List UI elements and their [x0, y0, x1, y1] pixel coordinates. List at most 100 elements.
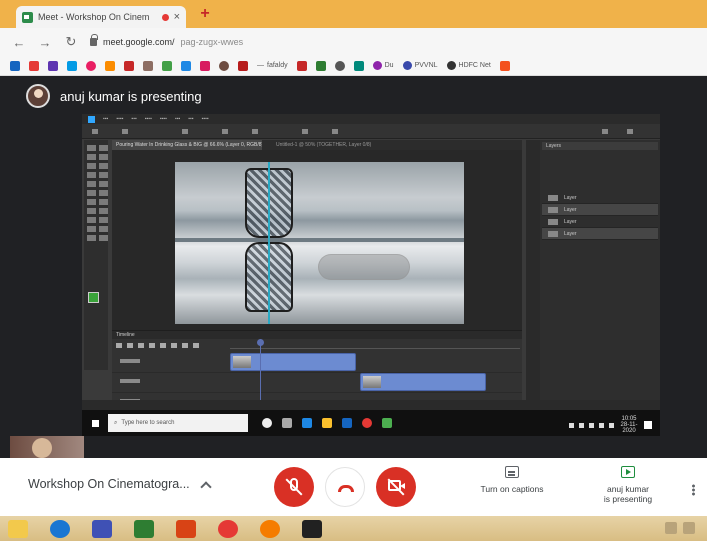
- chrome-icon[interactable]: [218, 519, 238, 538]
- hang-up-icon: [338, 485, 354, 492]
- recording-dot-icon: [161, 13, 169, 21]
- bookmark-label: fafaldy: [267, 62, 288, 69]
- remote-taskbar: ⌕ Type here to search 10:05 28-11-2020: [82, 410, 660, 436]
- new-tab-button[interactable]: +: [196, 5, 214, 23]
- presenter-text: anuj kumar is presenting: [60, 88, 202, 104]
- forward-arrow-icon[interactable]: →: [38, 35, 52, 50]
- remote-taskbar-apps: [262, 418, 392, 428]
- timeline-track: [112, 373, 522, 393]
- overlay-pill: [318, 254, 410, 280]
- photoshop-canvas-area: [112, 150, 522, 330]
- bookmark-icon[interactable]: [499, 60, 510, 71]
- back-arrow-icon[interactable]: ←: [12, 35, 26, 50]
- panel-icon-column: [526, 140, 540, 400]
- terminal-icon[interactable]: [302, 519, 322, 538]
- timeline-ruler: [230, 341, 520, 349]
- bookmark-gmail-icon[interactable]: [10, 60, 20, 71]
- bookmark-label: Du: [384, 62, 394, 69]
- browser-tab-strip: Meet - Workshop On Cinem × +: [0, 0, 707, 28]
- layer-row: Layer: [542, 228, 658, 240]
- photoshop-status-bar: [82, 400, 660, 410]
- tab-close-icon[interactable]: ×: [174, 11, 180, 23]
- remote-clock: 10:05 28-11-2020: [620, 416, 638, 434]
- bookmark-label: HDFC Net: [458, 62, 491, 69]
- bookmark-icon[interactable]: [162, 60, 172, 71]
- timeline-clip: [230, 353, 356, 371]
- bookmark-icon[interactable]: [181, 60, 191, 71]
- layer-row: Layer: [542, 192, 658, 204]
- timeline-controls: [116, 343, 199, 348]
- self-view-tile[interactable]: [10, 436, 84, 458]
- address-bar[interactable]: meet.google.com/pag-zugx-wwes: [90, 34, 244, 47]
- excel-icon[interactable]: [134, 519, 154, 538]
- photoshop-toolbox: [84, 140, 108, 370]
- image-horizon: [175, 238, 464, 242]
- bookmarks-bar: — fafaldy Du PVVNL HDFC Net: [0, 56, 707, 76]
- presenting-label-2: is presenting: [603, 494, 653, 504]
- browser-tab-meet[interactable]: Meet - Workshop On Cinem ×: [16, 6, 186, 28]
- powerpoint-icon[interactable]: [176, 519, 196, 538]
- file-explorer-icon[interactable]: [8, 519, 28, 538]
- bookmark-icon[interactable]: [200, 60, 210, 71]
- url-domain: meet.google.com/: [103, 37, 175, 47]
- search-icon: ⌕: [114, 419, 118, 426]
- search-placeholder: Type here to search: [121, 420, 175, 426]
- bookmark-icon[interactable]: [334, 60, 345, 71]
- photoshop-logo-icon: [88, 115, 95, 123]
- bookmark-icon[interactable]: [86, 60, 96, 71]
- guide-line: [268, 162, 270, 324]
- captions-label: Turn on captions: [480, 484, 544, 494]
- host-system-tray: [665, 522, 695, 534]
- bookmark-icon[interactable]: [29, 60, 39, 71]
- firefox-icon[interactable]: [260, 519, 280, 538]
- layer-row: Layer: [542, 204, 658, 216]
- bookmark-link[interactable]: — fafaldy: [257, 62, 288, 69]
- bookmark-icon[interactable]: [105, 60, 115, 71]
- presenter-avatar: [26, 84, 50, 108]
- bookmark-icon[interactable]: [296, 60, 307, 71]
- document-tab: Pouring Water In Drinking Glass & BIG @ …: [112, 140, 262, 150]
- bookmark-icon[interactable]: [124, 60, 134, 71]
- bookmark-icon[interactable]: [48, 60, 58, 71]
- internet-explorer-icon[interactable]: [50, 519, 70, 538]
- more-options-icon[interactable]: [692, 484, 695, 496]
- present-screen-icon: [621, 466, 635, 478]
- canvas-image: [175, 162, 464, 324]
- timeline-track: [112, 353, 522, 373]
- leave-call-button[interactable]: [325, 467, 365, 507]
- reload-icon[interactable]: ↻: [64, 34, 78, 50]
- bookmark-icon[interactable]: [315, 60, 326, 71]
- bookmark-link[interactable]: Du: [372, 61, 394, 70]
- host-taskbar: [0, 516, 707, 541]
- bookmark-icon[interactable]: [353, 60, 364, 71]
- layers-panel-tab: Layers: [542, 142, 658, 150]
- bookmark-icon[interactable]: [219, 60, 229, 71]
- photoshop-menu-bar: ▪▪▪ ▪▪▪▪ ▪▪▪ ▪▪▪▪ ▪▪▪▪ ▪▪▪ ▪▪▪ ▪▪▪▪: [82, 114, 660, 124]
- taskbar-app-icon[interactable]: [92, 519, 112, 538]
- chevron-up-icon[interactable]: [200, 481, 212, 493]
- tab-title: Meet - Workshop On Cinem: [38, 12, 150, 22]
- captions-icon: [505, 466, 519, 478]
- bookmark-link[interactable]: PVVNL: [402, 61, 438, 70]
- bookmark-icon[interactable]: [238, 60, 248, 71]
- url-path: pag-zugx-wwes: [180, 37, 244, 47]
- bookmark-icon[interactable]: [67, 60, 77, 71]
- shared-screen: ▪▪▪ ▪▪▪▪ ▪▪▪ ▪▪▪▪ ▪▪▪▪ ▪▪▪ ▪▪▪ ▪▪▪▪ Pouring Wat…: [82, 114, 660, 436]
- browser-toolbar: ← → ↻ meet.google.com/pag-zugx-wwes: [0, 28, 707, 56]
- meet-control-bar: Workshop On Cinematogra... Turn on capti…: [0, 458, 707, 516]
- layer-row: Layer: [542, 216, 658, 228]
- presenting-label-1: anuj kumar: [606, 484, 650, 494]
- captions-button[interactable]: Turn on captions: [470, 466, 554, 512]
- photoshop-right-panels: Layers Layer Layer Layer Layer: [526, 140, 660, 400]
- meeting-title[interactable]: Workshop On Cinematogra...: [28, 477, 190, 491]
- timeline-header: Timeline: [112, 331, 522, 339]
- meet-stage: anuj kumar is presenting ▪▪▪ ▪▪▪▪ ▪▪▪ ▪▪▪▪ ▪…: [0, 76, 707, 458]
- remote-system-tray: 10:05 28-11-2020: [569, 416, 652, 434]
- bookmark-link[interactable]: HDFC Net: [446, 61, 491, 70]
- microphone-toggle-button[interactable]: [274, 467, 314, 507]
- bookmark-icon[interactable]: [143, 60, 153, 71]
- photoshop-document-tabs: Pouring Water In Drinking Glass & BIG @ …: [112, 140, 522, 150]
- presenting-button[interactable]: anuj kumar is presenting: [586, 466, 670, 512]
- bookmark-label: PVVNL: [414, 62, 438, 69]
- camera-toggle-button[interactable]: [376, 467, 416, 507]
